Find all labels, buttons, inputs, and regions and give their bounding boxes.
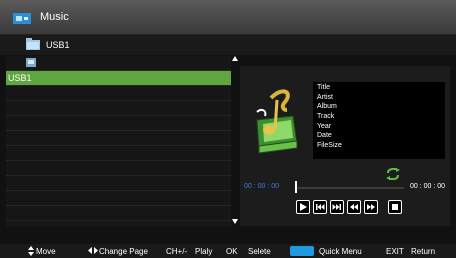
- info-year: Year: [317, 123, 332, 130]
- blue-key-icon: [290, 246, 314, 256]
- list-item[interactable]: [6, 176, 231, 191]
- hint-change-page: Change Page: [99, 247, 148, 256]
- list-item-label: USB1: [8, 73, 32, 83]
- hint-select: Selete: [248, 247, 271, 256]
- current-path: USB1: [0, 35, 456, 55]
- list-item[interactable]: [6, 101, 231, 116]
- info-title: Title: [317, 84, 330, 91]
- info-date: Date: [317, 132, 332, 139]
- previous-button[interactable]: [313, 200, 327, 214]
- hint-ok-key: OK: [226, 247, 238, 256]
- info-filesize: FileSize: [317, 142, 342, 149]
- rewind-icon: [350, 204, 358, 210]
- scroll-up-arrow[interactable]: [232, 56, 238, 61]
- list-item[interactable]: [6, 191, 231, 206]
- info-artist: Artist: [317, 94, 333, 101]
- file-list: USB1: [6, 56, 231, 227]
- music-note-art-icon: [256, 89, 298, 154]
- progress-bar[interactable]: [295, 187, 404, 189]
- fast-forward-button[interactable]: [364, 200, 378, 214]
- path-label: USB1: [46, 40, 70, 50]
- list-item[interactable]: [6, 116, 231, 131]
- music-app-icon: [13, 13, 31, 24]
- left-right-arrows-icon: [88, 247, 98, 254]
- hint-move: Move: [36, 247, 56, 256]
- skip-previous-icon: [316, 204, 325, 210]
- progress-knob[interactable]: [295, 181, 297, 193]
- list-item[interactable]: [6, 206, 231, 221]
- up-down-arrows-icon: [28, 246, 34, 256]
- list-item[interactable]: [6, 56, 231, 71]
- list-item[interactable]: [6, 146, 231, 161]
- total-time: 00 : 00 : 00: [410, 183, 446, 190]
- media-player-screen: Music USB1 USB1 Title Artist Album Track…: [0, 0, 456, 258]
- info-album: Album: [317, 103, 337, 110]
- usb-device-icon: [26, 58, 36, 67]
- play-icon: [300, 203, 307, 211]
- hint-play: Plaly: [195, 247, 213, 256]
- folder-icon: [26, 38, 40, 50]
- next-button[interactable]: [330, 200, 344, 214]
- rewind-button[interactable]: [347, 200, 361, 214]
- hint-return: Return: [411, 247, 436, 256]
- fast-forward-icon: [367, 204, 375, 210]
- list-item[interactable]: [6, 131, 231, 146]
- list-item[interactable]: [6, 161, 231, 176]
- list-item-selected[interactable]: USB1: [6, 71, 231, 86]
- title-bar: Music: [0, 0, 456, 35]
- stop-icon: [392, 204, 398, 210]
- hint-exit-key: EXIT: [386, 247, 404, 256]
- track-info-box: Title Artist Album Track Year Date FileS…: [313, 82, 445, 159]
- list-item[interactable]: [6, 86, 231, 101]
- repeat-icon[interactable]: [385, 168, 401, 180]
- current-time: 00 : 00 : 00: [244, 183, 280, 190]
- hint-bar: Move Change Page CH+/- Plaly OK Selete Q…: [0, 244, 456, 258]
- scroll-down-arrow[interactable]: [232, 219, 238, 224]
- hint-quick-menu: Quick Menu: [319, 247, 362, 256]
- window-title: Music: [40, 11, 69, 23]
- skip-next-icon: [332, 204, 341, 210]
- play-pause-button[interactable]: [296, 200, 310, 214]
- hint-ch-key: CH+/-: [166, 247, 188, 256]
- stop-button[interactable]: [388, 200, 402, 214]
- info-track: Track: [317, 113, 335, 120]
